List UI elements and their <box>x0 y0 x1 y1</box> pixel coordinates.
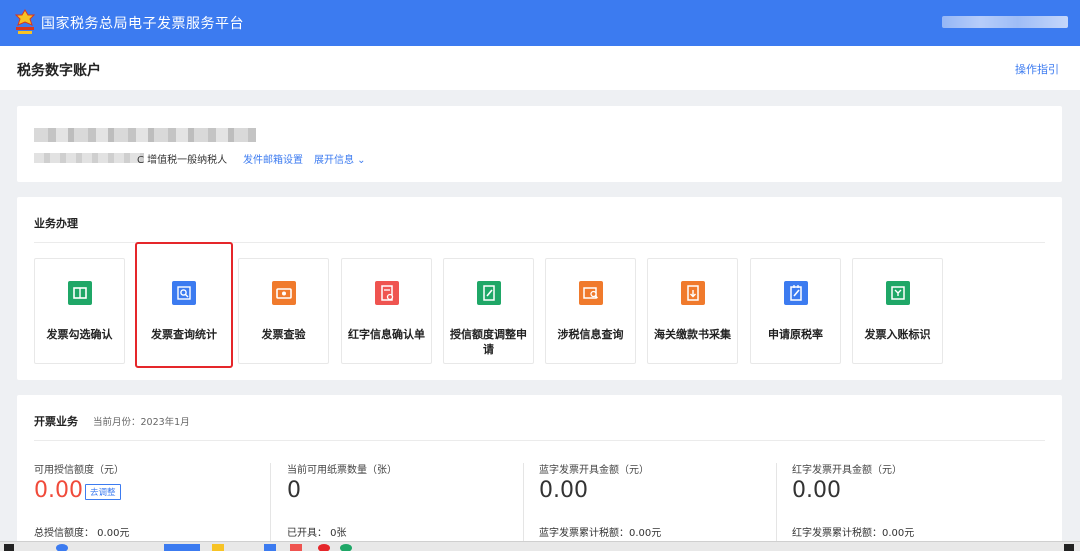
invoice-verify-icon <box>272 281 296 305</box>
tile-red-letter-confirm[interactable]: 红字信息确认单 <box>341 258 432 364</box>
stat-sub: 蓝字发票累计税额：0.00元 <box>539 528 662 539</box>
folder-icon[interactable] <box>212 544 224 551</box>
account-info-card: C 增值税一般纳税人 发件邮箱设置 展开信息 ⌄ <box>17 106 1062 182</box>
tile-label: 发票勾选确认 <box>46 328 113 341</box>
company-name-blurred <box>34 128 256 142</box>
page-title: 税务数字账户 <box>17 63 101 79</box>
tile-original-rate[interactable]: 申请原税率 <box>750 258 841 364</box>
customs-collect-icon <box>681 281 705 305</box>
tile-label: 涉税信息查询 <box>557 328 624 341</box>
stat-red-amount: 红字发票开具金额（元） 0.00 红字发票累计税额：0.00元 <box>792 461 1032 551</box>
divider <box>34 440 1045 441</box>
stat-label: 红字发票开具金额（元） <box>792 465 902 476</box>
stat-value: 0.00 <box>539 478 588 503</box>
tax-info-search-icon <box>579 281 603 305</box>
tax-emblem-icon <box>14 9 36 37</box>
stat-value: 0 <box>287 478 301 503</box>
stat-sub: 红字发票累计税额：0.00元 <box>792 528 915 539</box>
stat-label: 可用授信额度（元） <box>34 465 124 476</box>
stat-value: 0.00 <box>792 478 841 503</box>
stat-sub: 总授信额度： 0.00元 <box>34 528 130 539</box>
tile-invoice-search[interactable]: 发票查询统计 <box>135 242 233 368</box>
red-letter-confirm-icon <box>375 281 399 305</box>
tile-customs-collect[interactable]: 海关缴款书采集 <box>647 258 738 364</box>
invoice-search-icon <box>172 281 196 305</box>
current-month: 当前月份：2023年1月 <box>93 417 190 428</box>
tile-label: 授信额度调整申请 <box>450 328 527 356</box>
taxpayer-type: C 增值税一般纳税人 <box>137 155 228 166</box>
adjust-button[interactable]: 去调整 <box>85 484 121 500</box>
tile-label: 申请原税率 <box>768 328 823 341</box>
tile-label: 发票查验 <box>261 328 306 341</box>
page-header: 税务数字账户 操作指引 <box>0 46 1080 90</box>
tile-label: 海关缴款书采集 <box>654 328 731 341</box>
stat-value: 0.00 <box>34 478 83 503</box>
tile-invoice-check[interactable]: 发票勾选确认 <box>34 258 125 364</box>
stat-credit-limit: 可用授信额度（元） 0.00 去调整 总授信额度： 0.00元 <box>34 461 274 551</box>
app-icon[interactable] <box>318 544 330 551</box>
tile-label: 发票入账标识 <box>864 328 931 341</box>
invoice-book-icon <box>886 281 910 305</box>
tile-invoice-verify[interactable]: 发票查验 <box>238 258 329 364</box>
tile-credit-adjust[interactable]: 授信额度调整申请 <box>443 258 534 364</box>
app-icon[interactable] <box>264 544 276 551</box>
section-title: 业务办理 <box>34 217 78 230</box>
user-info-blurred[interactable] <box>942 16 1068 28</box>
stat-label: 当前可用纸票数量（张） <box>287 465 397 476</box>
tile-invoice-book[interactable]: 发票入账标识 <box>852 258 943 364</box>
app-icon[interactable] <box>290 544 302 551</box>
credit-adjust-icon <box>477 281 501 305</box>
operation-guide-link[interactable]: 操作指引 <box>1015 61 1059 77</box>
top-bar: 国家税务总局电子发票服务平台 <box>0 0 1080 46</box>
tile-tax-info-search[interactable]: 涉税信息查询 <box>545 258 636 364</box>
stat-paper-count: 当前可用纸票数量（张） 0 已开具： 0张 <box>287 461 527 551</box>
tile-label: 红字信息确认单 <box>348 328 425 341</box>
browser-icon[interactable] <box>56 544 68 551</box>
invoice-check-icon <box>68 281 92 305</box>
stat-label: 蓝字发票开具金额（元） <box>539 465 649 476</box>
divider <box>270 463 271 543</box>
mail-settings-link[interactable]: 发件邮箱设置 <box>243 151 303 166</box>
business-card: 业务办理 发票勾选确认 发票查询统计 发票查验 红字信息确认单 授信额度调整申请 <box>17 197 1062 380</box>
app-title: 国家税务总局电子发票服务平台 <box>41 16 244 32</box>
original-rate-icon <box>784 281 808 305</box>
active-window-tab[interactable] <box>164 544 200 551</box>
invoicing-card: 开票业务 当前月份：2023年1月 可用授信额度（元） 0.00 去调整 总授信… <box>17 395 1062 551</box>
app-icon[interactable] <box>340 544 352 551</box>
stat-blue-amount: 蓝字发票开具金额（元） 0.00 蓝字发票累计税额：0.00元 <box>539 461 779 551</box>
stat-sub: 已开具： 0张 <box>287 528 347 539</box>
start-icon[interactable] <box>4 544 14 551</box>
os-taskbar <box>0 541 1080 551</box>
tax-id-blurred <box>34 153 144 163</box>
section-title: 开票业务 <box>34 415 78 428</box>
expand-info-link[interactable]: 展开信息 ⌄ <box>314 151 366 166</box>
notification-icon[interactable] <box>1064 544 1074 551</box>
divider <box>523 463 524 543</box>
tile-label: 发票查询统计 <box>151 328 217 341</box>
divider <box>776 463 777 543</box>
